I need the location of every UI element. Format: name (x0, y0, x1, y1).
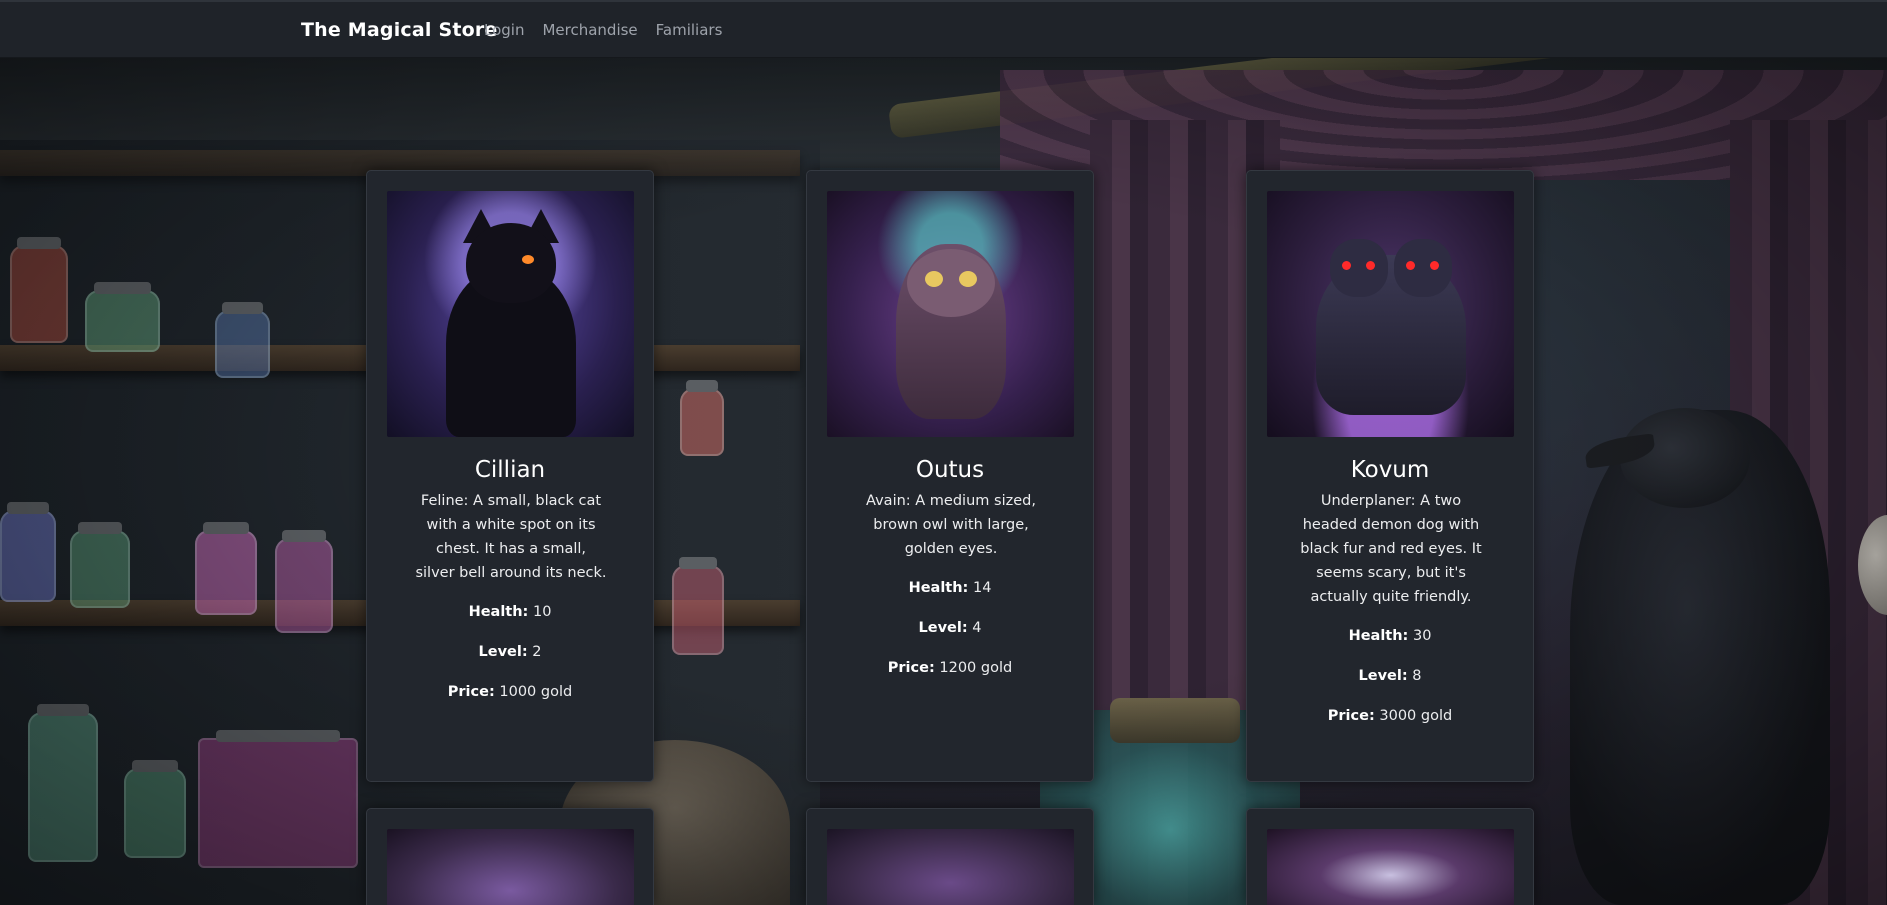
familiar-image (387, 829, 634, 905)
familiar-name: Cillian (474, 457, 546, 483)
nav-link-merchandise[interactable]: Merchandise (542, 21, 637, 39)
price-label: Price: (447, 684, 495, 700)
familiar-card[interactable] (1246, 808, 1534, 905)
familiar-description: Underplaner: A two headed demon dog with… (1300, 493, 1482, 605)
price-label: Price: (1327, 708, 1375, 724)
nav-link-login[interactable]: Login (484, 21, 524, 39)
health-value: 30 (1412, 628, 1432, 644)
familiar-card[interactable] (806, 808, 1094, 905)
familiar-name: Outus (915, 457, 985, 483)
dog-eye (1405, 261, 1415, 270)
familiar-card[interactable]: Outus Avain: A medium sized, brown owl w… (806, 170, 1094, 782)
familiar-level: Level: 8 (1247, 668, 1533, 684)
health-value: 10 (532, 604, 552, 620)
familiar-health: Health: 10 (367, 604, 653, 620)
nav-links: Login Merchandise Familiars (484, 21, 722, 39)
familiar-description: Avain: A medium sized, brown owl with la… (866, 493, 1036, 557)
price-value: 1000 gold (499, 684, 573, 700)
familiar-image-dog (1267, 191, 1514, 437)
familiar-price: Price: 1200 gold (807, 660, 1093, 676)
level-label: Level: (1358, 668, 1408, 684)
familiar-health: Health: 14 (807, 580, 1093, 596)
familiar-card[interactable]: Kovum Underplaner: A two headed demon do… (1246, 170, 1534, 782)
brand-link[interactable]: The Magical Store (301, 19, 498, 41)
nav-link-familiars[interactable]: Familiars (656, 21, 723, 39)
navbar: The Magical Store Login Merchandise Fami… (0, 0, 1887, 58)
familiar-image-owl (827, 191, 1074, 437)
health-label: Health: (908, 580, 969, 596)
familiar-health: Health: 30 (1247, 628, 1533, 644)
familiar-grid: Cillian Feline: A small, black cat with … (0, 0, 1887, 905)
health-label: Health: (468, 604, 529, 620)
level-label: Level: (478, 644, 528, 660)
price-value: 1200 gold (939, 660, 1013, 676)
owl-eye (924, 271, 943, 287)
familiar-card[interactable] (366, 808, 654, 905)
health-label: Health: (1348, 628, 1409, 644)
familiar-description: Feline: A small, black cat with a white … (415, 493, 607, 581)
familiar-price: Price: 1000 gold (367, 684, 653, 700)
cat-head (465, 223, 556, 303)
dog-head (1329, 239, 1388, 297)
familiar-image (827, 829, 1074, 905)
familiar-name: Kovum (1350, 457, 1430, 483)
familiar-price: Price: 3000 gold (1247, 708, 1533, 724)
dog-eye (1429, 261, 1439, 270)
level-value: 8 (1412, 668, 1422, 684)
dog-eye (1365, 261, 1375, 270)
dog-eye (1341, 261, 1351, 270)
cat-eye (521, 255, 534, 264)
owl-face (906, 249, 995, 317)
familiar-card[interactable]: Cillian Feline: A small, black cat with … (366, 170, 654, 782)
price-label: Price: (887, 660, 935, 676)
level-value: 2 (532, 644, 542, 660)
familiar-level: Level: 4 (807, 620, 1093, 636)
familiar-level: Level: 2 (367, 644, 653, 660)
level-label: Level: (918, 620, 968, 636)
familiar-image-cat (387, 191, 634, 437)
level-value: 4 (972, 620, 982, 636)
dog-head (1393, 239, 1452, 297)
familiar-image (1267, 829, 1514, 905)
price-value: 3000 gold (1379, 708, 1453, 724)
owl-eye (958, 271, 977, 287)
health-value: 14 (972, 580, 992, 596)
